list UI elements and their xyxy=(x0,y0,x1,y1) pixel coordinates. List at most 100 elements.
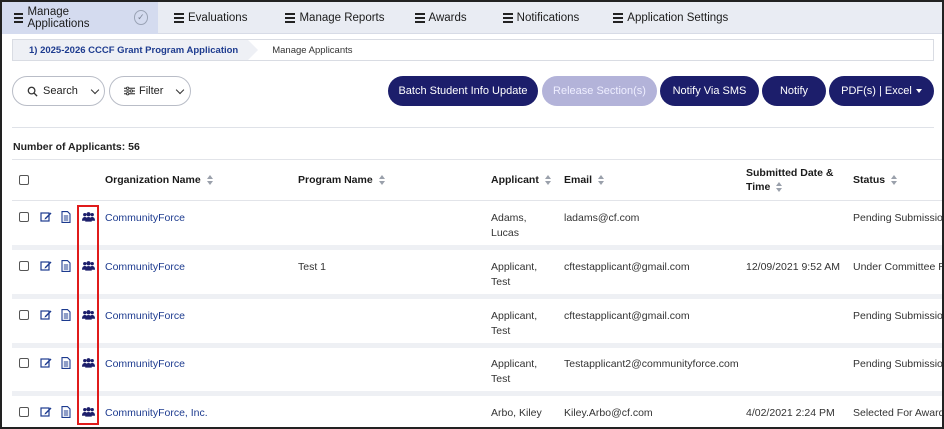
nav-evaluations[interactable]: Evaluations xyxy=(158,2,265,34)
organization-link[interactable]: CommunityForce, Inc. xyxy=(105,406,208,421)
col-header-status[interactable]: Status xyxy=(853,174,898,186)
email: Testapplicant2@communityforce.com xyxy=(564,358,739,370)
breadcrumb: 1) 2025-2026 CCCF Grant Program Applicat… xyxy=(12,39,934,61)
hamburger-icon xyxy=(414,11,425,25)
hamburger-icon xyxy=(285,11,296,25)
applicant-count: Number of Applicants: 56 xyxy=(13,141,140,153)
col-header-organization[interactable]: Organization Name xyxy=(105,174,214,186)
applicant-name-line2: Lucas xyxy=(491,227,520,239)
organization-link[interactable]: CommunityForce xyxy=(105,357,185,372)
table-header: Organization Name Program Name Applicant… xyxy=(12,159,942,201)
chevron-down-icon xyxy=(90,85,100,94)
button-label: Batch Student Info Update xyxy=(398,85,528,97)
submitted-date: 4/02/2021 2:24 PM xyxy=(746,407,835,419)
edit-icon[interactable] xyxy=(40,211,52,223)
edit-icon[interactable] xyxy=(40,406,52,418)
button-label: Notify xyxy=(779,85,809,97)
table-row: CommunityForce Adams, Lucas ladams@cf.co… xyxy=(12,206,942,250)
breadcrumb-label: 1) 2025-2026 CCCF Grant Program Applicat… xyxy=(29,44,239,56)
notify-via-sms-button[interactable]: Notify Via SMS xyxy=(660,76,759,106)
applicant-name: Applicant, Test xyxy=(491,260,537,290)
edit-icon[interactable] xyxy=(40,309,52,321)
caret-down-icon xyxy=(915,89,922,93)
applicant-name: Arbo, Kiley xyxy=(491,406,542,421)
divider xyxy=(12,127,934,128)
document-icon[interactable] xyxy=(60,260,72,272)
document-icon[interactable] xyxy=(60,357,72,369)
organization-link[interactable]: CommunityForce xyxy=(105,309,185,324)
nav-awards[interactable]: Awards xyxy=(403,2,485,34)
document-icon[interactable] xyxy=(60,406,72,418)
nav-manage-applications[interactable]: Manage Applications ✓ xyxy=(2,2,158,34)
edit-icon[interactable] xyxy=(40,260,52,272)
highlight-box xyxy=(77,205,99,425)
row-checkbox[interactable] xyxy=(19,212,29,222)
status: Under Committee Review xyxy=(853,261,942,273)
organization-link[interactable]: CommunityForce xyxy=(105,211,185,226)
nav-label: Manage Applications xyxy=(27,5,90,30)
row-checkbox[interactable] xyxy=(19,358,29,368)
email: cftestapplicant@gmail.com xyxy=(564,261,690,273)
nav-label: Awards xyxy=(428,11,467,24)
row-checkbox[interactable] xyxy=(19,310,29,320)
email: Kiley.Arbo@cf.com xyxy=(564,407,653,419)
header-label: Program Name xyxy=(298,174,373,186)
nav-manage-reports[interactable]: Manage Reports xyxy=(265,2,402,34)
button-label: PDF(s) | Excel xyxy=(841,85,912,97)
header-label: Organization Name xyxy=(105,174,201,186)
search-icon xyxy=(27,86,38,97)
header-label: Email xyxy=(564,174,593,186)
hamburger-icon xyxy=(613,11,624,25)
check-circle-icon: ✓ xyxy=(133,10,148,25)
row-checkbox[interactable] xyxy=(19,407,29,417)
nav-label: Evaluations xyxy=(188,11,248,24)
status: Selected For Award xyxy=(853,407,944,419)
button-label: Release Section(s) xyxy=(553,85,646,97)
header-label: Time xyxy=(746,181,771,193)
nav-label: Application Settings xyxy=(627,11,729,24)
hamburger-icon xyxy=(502,11,513,25)
applicant-name-line1: Arbo, Kiley xyxy=(491,407,542,419)
applicant-name-line1: Applicant, xyxy=(491,310,538,322)
document-icon[interactable] xyxy=(60,211,72,223)
document-icon[interactable] xyxy=(60,309,72,321)
search-button[interactable]: Search xyxy=(12,76,105,106)
email: ladams@cf.com xyxy=(564,212,640,224)
breadcrumb-item-application[interactable]: 1) 2025-2026 CCCF Grant Program Applicat… xyxy=(13,40,259,60)
select-all-checkbox[interactable] xyxy=(19,175,29,185)
table-row: CommunityForce, Inc. Arbo, Kiley Kiley.A… xyxy=(12,401,944,427)
sort-icon xyxy=(206,175,214,185)
breadcrumb-item-current: Manage Applicants xyxy=(272,44,353,56)
sort-icon xyxy=(776,182,783,192)
filter-button[interactable]: Filter xyxy=(109,76,191,106)
notify-button[interactable]: Notify xyxy=(762,76,826,106)
sort-icon xyxy=(598,175,605,185)
nav-notifications[interactable]: Notifications xyxy=(485,2,598,34)
header-label: Status xyxy=(853,174,886,186)
applicant-name-line2: Test xyxy=(491,276,511,288)
col-header-submitted[interactable]: Submitted Date & Time xyxy=(746,166,834,194)
row-checkbox[interactable] xyxy=(19,261,29,271)
pdf-excel-button[interactable]: PDF(s) | Excel xyxy=(829,76,934,106)
edit-icon[interactable] xyxy=(40,357,52,369)
applicant-name: Adams, Lucas xyxy=(491,211,527,241)
nav-application-settings[interactable]: Application Settings xyxy=(597,2,746,34)
top-nav: Manage Applications ✓ Evaluations Manage… xyxy=(2,2,942,34)
batch-student-info-update-button[interactable]: Batch Student Info Update xyxy=(388,76,538,106)
applicant-name: Applicant, Test xyxy=(491,309,537,339)
sort-icon xyxy=(378,175,386,185)
organization-link[interactable]: CommunityForce xyxy=(105,260,185,275)
table-row: CommunityForce Test 1 Applicant, Test cf… xyxy=(12,255,942,299)
applicant-name-line1: Adams, xyxy=(491,212,527,224)
filter-label: Filter xyxy=(139,85,164,97)
col-header-applicant[interactable]: Applicant xyxy=(491,174,552,186)
email: cftestapplicant@gmail.com xyxy=(564,310,690,322)
col-header-email[interactable]: Email xyxy=(564,174,605,186)
col-header-program[interactable]: Program Name xyxy=(298,174,386,186)
sort-icon xyxy=(544,175,552,185)
release-sections-button[interactable]: Release Section(s) xyxy=(542,76,657,106)
chevron-down-icon xyxy=(176,85,185,94)
submitted-date: 12/09/2021 9:52 AM xyxy=(746,261,840,273)
hamburger-icon xyxy=(14,11,24,25)
search-label: Search xyxy=(43,85,78,97)
